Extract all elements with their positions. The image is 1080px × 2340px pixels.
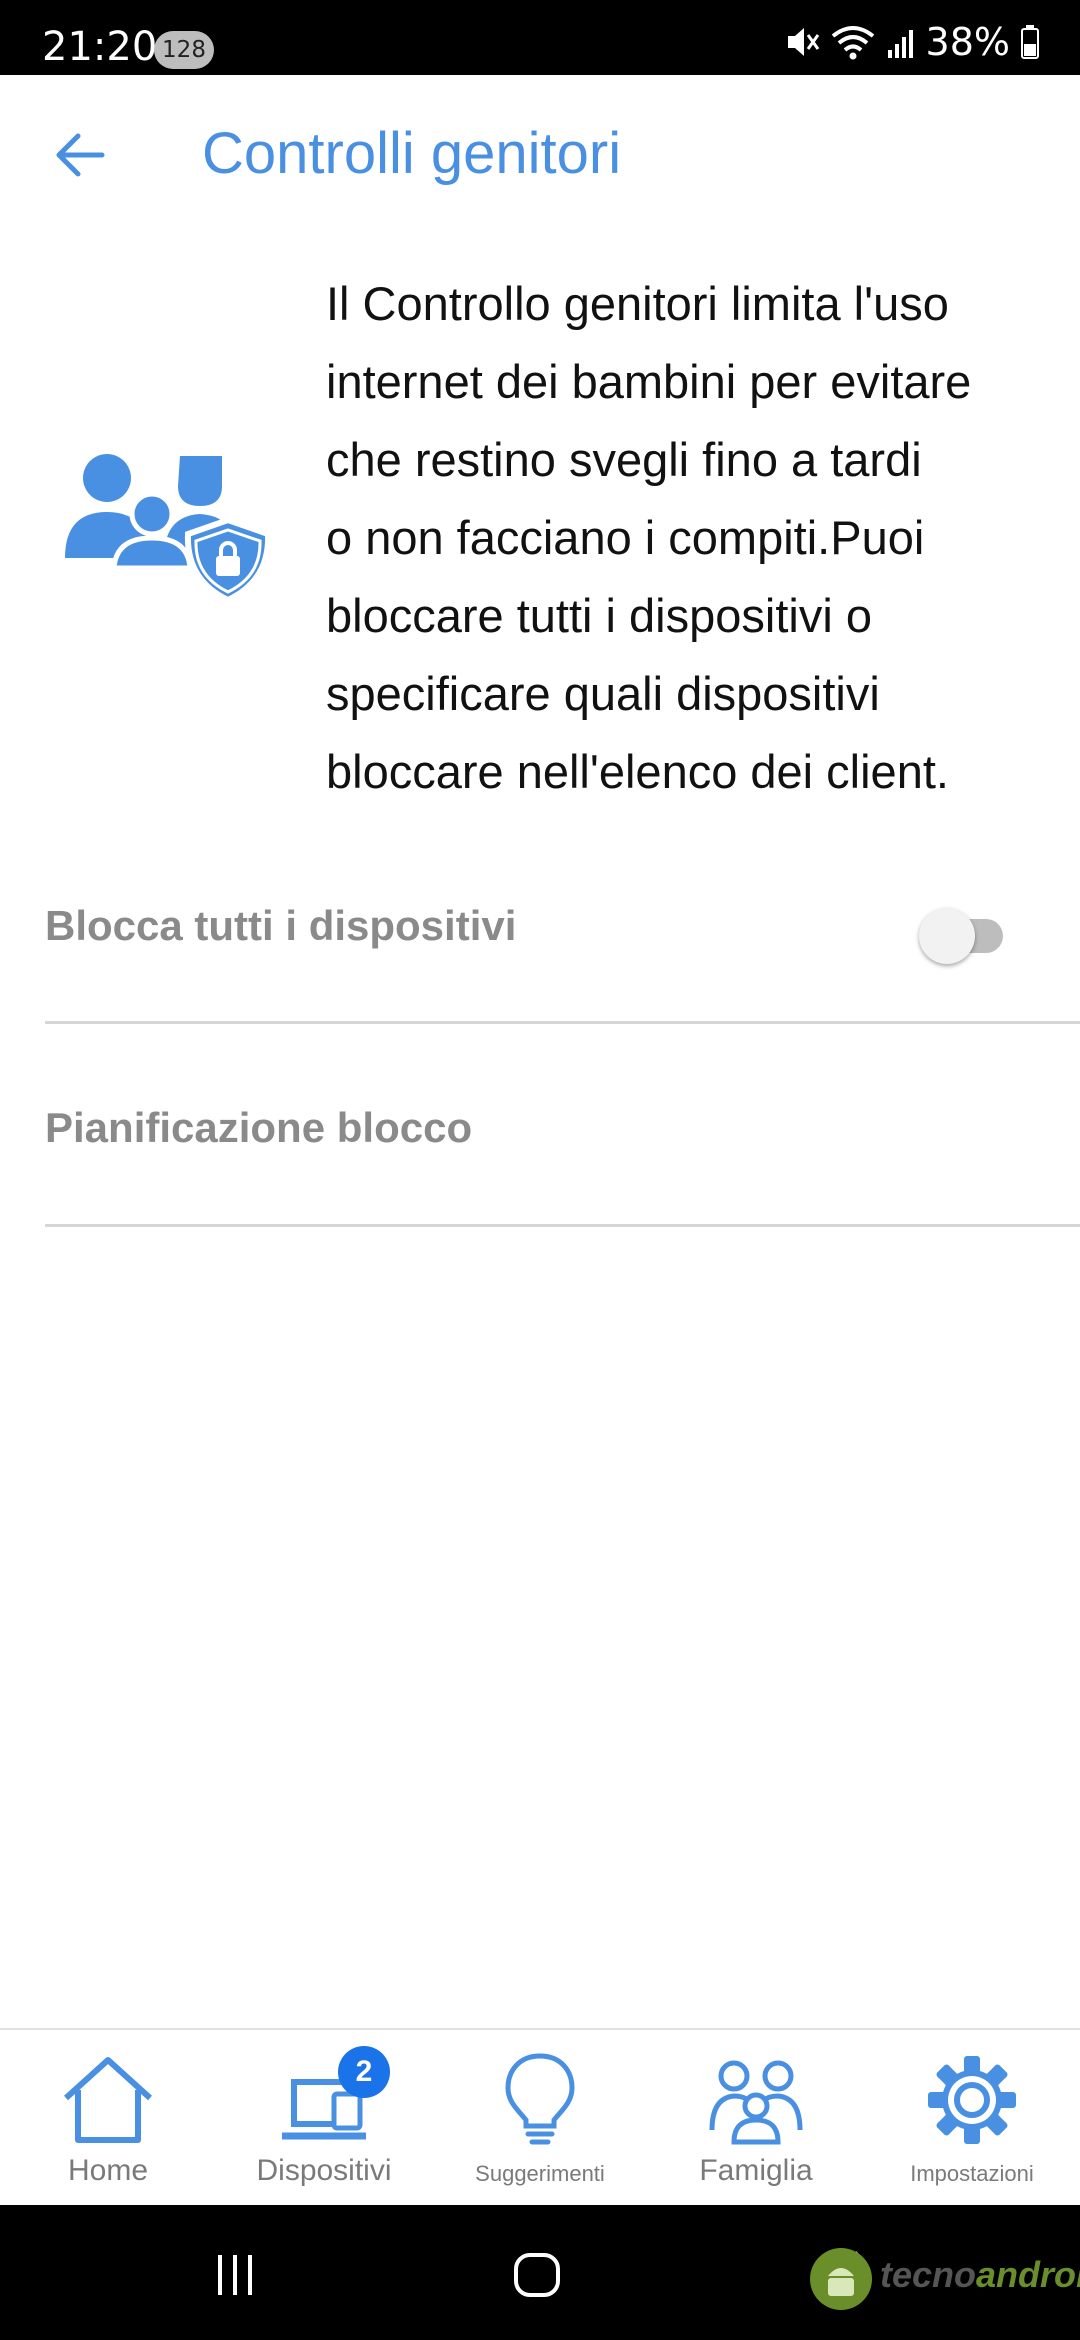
home-icon bbox=[63, 2057, 153, 2143]
status-time: 21:20 bbox=[42, 24, 158, 70]
devices-count-badge: 2 bbox=[338, 2046, 390, 2098]
block-schedule-row[interactable]: Pianificazione blocco bbox=[45, 1024, 1080, 1227]
battery-percentage: 38% bbox=[925, 20, 1010, 64]
gear-icon bbox=[928, 2056, 1016, 2144]
home-system-icon bbox=[514, 2253, 560, 2297]
mute-icon bbox=[787, 28, 819, 56]
notification-count-badge: 128 bbox=[154, 31, 214, 69]
intro-line: internet dei bambini per evitare bbox=[326, 355, 972, 408]
lightbulb-icon bbox=[505, 2053, 575, 2145]
intro-line: Il Controllo genitori limita l'uso bbox=[326, 277, 949, 330]
nav-label-home: Home bbox=[67, 2154, 149, 2187]
nav-label-family: Famiglia bbox=[699, 2154, 813, 2187]
bottom-navigation: Home 2 Dispositivi Suggerimenti Famiglia… bbox=[0, 2028, 1080, 2205]
intro-line: che restino svegli fino a tardi bbox=[326, 433, 922, 486]
nav-label-settings: Impostazioni bbox=[910, 2161, 1034, 2186]
intro-description: Il Controllo genitori limita l'uso inter… bbox=[326, 265, 1066, 811]
nav-item-settings[interactable]: Impostazioni bbox=[864, 2030, 1080, 2207]
family-icon bbox=[709, 2060, 803, 2145]
toggle-thumb bbox=[919, 908, 975, 964]
watermark-part-1: tecno bbox=[880, 2254, 977, 2295]
home-system-button[interactable] bbox=[492, 2235, 582, 2315]
nav-item-suggestions[interactable]: Suggerimenti bbox=[432, 2030, 648, 2207]
status-bar: 21:20 128 38% bbox=[0, 0, 1080, 75]
intro-line: bloccare nell'elenco dei client. bbox=[326, 745, 949, 798]
recent-apps-icon bbox=[218, 2255, 252, 2295]
nav-item-family[interactable]: Famiglia bbox=[648, 2030, 864, 2207]
wifi-icon bbox=[831, 26, 874, 60]
page-title: Controlli genitori bbox=[202, 121, 622, 186]
intro-line: bloccare tutti i dispositivi o bbox=[326, 589, 872, 642]
block-schedule-label: Pianificazione blocco bbox=[45, 1104, 473, 1151]
nav-label-suggestions: Suggerimenti bbox=[475, 2161, 605, 2186]
block-all-devices-row[interactable]: Blocca tutti i dispositivi bbox=[45, 852, 1080, 1024]
block-all-devices-toggle[interactable] bbox=[919, 904, 1005, 964]
battery-icon bbox=[1021, 25, 1039, 59]
intro-line: o non facciano i compiti.Puoi bbox=[326, 511, 925, 564]
recent-apps-button[interactable] bbox=[190, 2235, 280, 2315]
nav-item-home[interactable]: Home bbox=[0, 2030, 216, 2207]
nav-label-devices: Dispositivi bbox=[256, 2154, 392, 2187]
parental-control-icon bbox=[65, 454, 272, 604]
watermark: tecnoandroid bbox=[808, 2240, 1080, 2320]
intro-line: specificare quali dispositivi bbox=[326, 667, 880, 720]
block-all-devices-label: Blocca tutti i dispositivi bbox=[45, 902, 517, 949]
app-bar: Controlli genitori bbox=[0, 75, 1080, 235]
watermark-part-2: android bbox=[976, 2254, 1080, 2295]
watermark-text: tecnoandroid bbox=[880, 2254, 1080, 2296]
back-arrow-icon bbox=[56, 133, 105, 177]
android-logo-icon bbox=[810, 2248, 872, 2310]
nav-item-devices[interactable]: 2 Dispositivi bbox=[216, 2030, 432, 2207]
signal-icon bbox=[887, 30, 913, 58]
status-icons: 38% bbox=[784, 20, 1040, 64]
back-button[interactable] bbox=[40, 115, 120, 195]
